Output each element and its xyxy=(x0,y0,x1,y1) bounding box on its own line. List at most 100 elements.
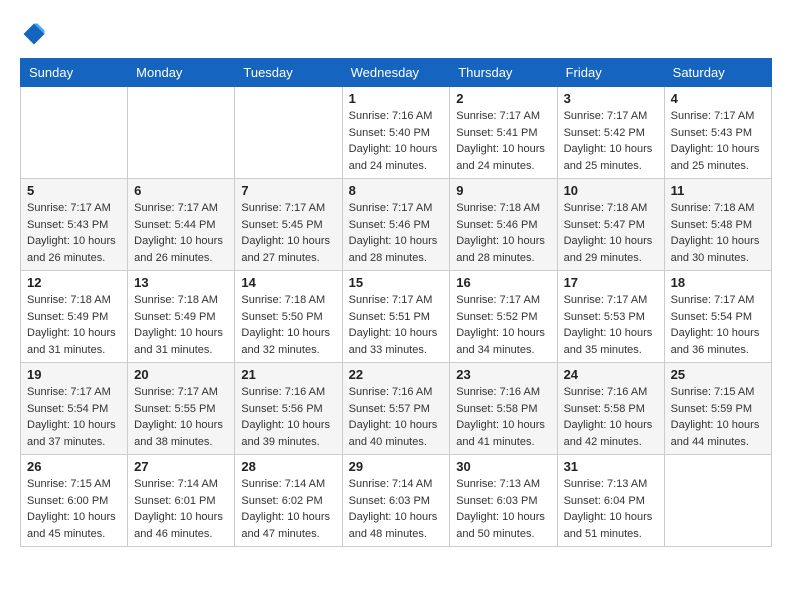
day-number: 8 xyxy=(349,183,444,198)
calendar-cell: 16 Sunrise: 7:17 AMSunset: 5:52 PMDayligh… xyxy=(450,271,557,363)
calendar-cell: 11 Sunrise: 7:18 AMSunset: 5:48 PMDayligh… xyxy=(664,179,771,271)
day-info: Sunrise: 7:15 AMSunset: 5:59 PMDaylight:… xyxy=(671,384,765,450)
calendar-cell: 14 Sunrise: 7:18 AMSunset: 5:50 PMDayligh… xyxy=(235,271,342,363)
calendar-cell: 24 Sunrise: 7:16 AMSunset: 5:58 PMDayligh… xyxy=(557,363,664,455)
day-info: Sunrise: 7:17 AMSunset: 5:43 PMDaylight:… xyxy=(27,200,121,266)
logo xyxy=(20,20,52,48)
day-info: Sunrise: 7:13 AMSunset: 6:04 PMDaylight:… xyxy=(564,476,658,542)
calendar-cell: 15 Sunrise: 7:17 AMSunset: 5:51 PMDayligh… xyxy=(342,271,450,363)
calendar-cell: 29 Sunrise: 7:14 AMSunset: 6:03 PMDayligh… xyxy=(342,455,450,547)
page-header xyxy=(20,20,772,48)
calendar-cell: 30 Sunrise: 7:13 AMSunset: 6:03 PMDayligh… xyxy=(450,455,557,547)
logo-icon xyxy=(20,20,48,48)
day-number: 25 xyxy=(671,367,765,382)
calendar-week-4: 26 Sunrise: 7:15 AMSunset: 6:00 PMDayligh… xyxy=(21,455,772,547)
day-number: 15 xyxy=(349,275,444,290)
day-number: 26 xyxy=(27,459,121,474)
day-number: 10 xyxy=(564,183,658,198)
day-number: 19 xyxy=(27,367,121,382)
calendar-cell: 26 Sunrise: 7:15 AMSunset: 6:00 PMDayligh… xyxy=(21,455,128,547)
day-info: Sunrise: 7:16 AMSunset: 5:40 PMDaylight:… xyxy=(349,108,444,174)
day-number: 2 xyxy=(456,91,550,106)
calendar-cell: 5Sunrise: 7:17 AMSunset: 5:43 PMDaylight… xyxy=(21,179,128,271)
calendar-cell: 3Sunrise: 7:17 AMSunset: 5:42 PMDaylight… xyxy=(557,87,664,179)
day-info: Sunrise: 7:18 AMSunset: 5:46 PMDaylight:… xyxy=(456,200,550,266)
calendar-cell: 25 Sunrise: 7:15 AMSunset: 5:59 PMDayligh… xyxy=(664,363,771,455)
calendar-cell: 22Sunrise: 7:16 AMSunset: 5:57 PMDayligh… xyxy=(342,363,450,455)
day-number: 21 xyxy=(241,367,335,382)
day-info: Sunrise: 7:17 AMSunset: 5:43 PMDaylight:… xyxy=(671,108,765,174)
day-number: 29 xyxy=(349,459,444,474)
day-number: 14 xyxy=(241,275,335,290)
day-number: 1 xyxy=(349,91,444,106)
day-number: 30 xyxy=(456,459,550,474)
calendar-cell xyxy=(235,87,342,179)
day-info: Sunrise: 7:17 AMSunset: 5:52 PMDaylight:… xyxy=(456,292,550,358)
day-info: Sunrise: 7:14 AMSunset: 6:01 PMDaylight:… xyxy=(134,476,228,542)
calendar-cell: 23 Sunrise: 7:16 AMSunset: 5:58 PMDayligh… xyxy=(450,363,557,455)
calendar-cell: 2 Sunrise: 7:17 AMSunset: 5:41 PMDaylight… xyxy=(450,87,557,179)
calendar-cell: 20Sunrise: 7:17 AMSunset: 5:55 PMDayligh… xyxy=(128,363,235,455)
calendar-cell: 6 Sunrise: 7:17 AMSunset: 5:44 PMDaylight… xyxy=(128,179,235,271)
calendar-cell xyxy=(21,87,128,179)
day-info: Sunrise: 7:17 AMSunset: 5:44 PMDaylight:… xyxy=(134,200,228,266)
day-info: Sunrise: 7:18 AMSunset: 5:49 PMDaylight:… xyxy=(27,292,121,358)
calendar-cell: 8 Sunrise: 7:17 AMSunset: 5:46 PMDaylight… xyxy=(342,179,450,271)
header-wednesday: Wednesday xyxy=(342,59,450,87)
calendar-cell: 31 Sunrise: 7:13 AMSunset: 6:04 PMDayligh… xyxy=(557,455,664,547)
day-number: 28 xyxy=(241,459,335,474)
day-info: Sunrise: 7:17 AMSunset: 5:45 PMDaylight:… xyxy=(241,200,335,266)
header-sunday: Sunday xyxy=(21,59,128,87)
calendar-cell: 7 Sunrise: 7:17 AMSunset: 5:45 PMDaylight… xyxy=(235,179,342,271)
day-number: 6 xyxy=(134,183,228,198)
day-number: 4 xyxy=(671,91,765,106)
day-number: 23 xyxy=(456,367,550,382)
day-info: Sunrise: 7:17 AMSunset: 5:42 PMDaylight:… xyxy=(564,108,658,174)
day-info: Sunrise: 7:17 AMSunset: 5:54 PMDaylight:… xyxy=(671,292,765,358)
day-info: Sunrise: 7:17 AMSunset: 5:54 PMDaylight:… xyxy=(27,384,121,450)
day-number: 22 xyxy=(349,367,444,382)
day-info: Sunrise: 7:16 AMSunset: 5:58 PMDaylight:… xyxy=(456,384,550,450)
day-number: 31 xyxy=(564,459,658,474)
calendar-week-1: 5Sunrise: 7:17 AMSunset: 5:43 PMDaylight… xyxy=(21,179,772,271)
day-info: Sunrise: 7:17 AMSunset: 5:41 PMDaylight:… xyxy=(456,108,550,174)
day-number: 16 xyxy=(456,275,550,290)
calendar-cell xyxy=(128,87,235,179)
day-info: Sunrise: 7:17 AMSunset: 5:46 PMDaylight:… xyxy=(349,200,444,266)
day-number: 12 xyxy=(27,275,121,290)
day-info: Sunrise: 7:18 AMSunset: 5:50 PMDaylight:… xyxy=(241,292,335,358)
day-number: 18 xyxy=(671,275,765,290)
day-info: Sunrise: 7:16 AMSunset: 5:58 PMDaylight:… xyxy=(564,384,658,450)
calendar-cell: 9 Sunrise: 7:18 AMSunset: 5:46 PMDaylight… xyxy=(450,179,557,271)
calendar-cell: 4 Sunrise: 7:17 AMSunset: 5:43 PMDaylight… xyxy=(664,87,771,179)
day-info: Sunrise: 7:13 AMSunset: 6:03 PMDaylight:… xyxy=(456,476,550,542)
day-info: Sunrise: 7:18 AMSunset: 5:49 PMDaylight:… xyxy=(134,292,228,358)
day-number: 7 xyxy=(241,183,335,198)
day-info: Sunrise: 7:15 AMSunset: 6:00 PMDaylight:… xyxy=(27,476,121,542)
day-number: 9 xyxy=(456,183,550,198)
calendar-cell xyxy=(664,455,771,547)
day-info: Sunrise: 7:18 AMSunset: 5:48 PMDaylight:… xyxy=(671,200,765,266)
day-number: 20 xyxy=(134,367,228,382)
calendar-cell: 10Sunrise: 7:18 AMSunset: 5:47 PMDayligh… xyxy=(557,179,664,271)
calendar-week-0: 1 Sunrise: 7:16 AMSunset: 5:40 PMDaylight… xyxy=(21,87,772,179)
day-info: Sunrise: 7:16 AMSunset: 5:56 PMDaylight:… xyxy=(241,384,335,450)
calendar-header-row: SundayMondayTuesdayWednesdayThursdayFrid… xyxy=(21,59,772,87)
calendar-cell: 19 Sunrise: 7:17 AMSunset: 5:54 PMDayligh… xyxy=(21,363,128,455)
calendar-cell: 21 Sunrise: 7:16 AMSunset: 5:56 PMDayligh… xyxy=(235,363,342,455)
day-info: Sunrise: 7:17 AMSunset: 5:51 PMDaylight:… xyxy=(349,292,444,358)
day-info: Sunrise: 7:14 AMSunset: 6:03 PMDaylight:… xyxy=(349,476,444,542)
calendar-cell: 1 Sunrise: 7:16 AMSunset: 5:40 PMDaylight… xyxy=(342,87,450,179)
calendar-cell: 17Sunrise: 7:17 AMSunset: 5:53 PMDayligh… xyxy=(557,271,664,363)
calendar-cell: 13 Sunrise: 7:18 AMSunset: 5:49 PMDayligh… xyxy=(128,271,235,363)
day-number: 13 xyxy=(134,275,228,290)
header-saturday: Saturday xyxy=(664,59,771,87)
header-monday: Monday xyxy=(128,59,235,87)
day-info: Sunrise: 7:17 AMSunset: 5:53 PMDaylight:… xyxy=(564,292,658,358)
header-thursday: Thursday xyxy=(450,59,557,87)
calendar-table: SundayMondayTuesdayWednesdayThursdayFrid… xyxy=(20,58,772,547)
header-tuesday: Tuesday xyxy=(235,59,342,87)
day-number: 11 xyxy=(671,183,765,198)
calendar-week-3: 19 Sunrise: 7:17 AMSunset: 5:54 PMDayligh… xyxy=(21,363,772,455)
day-number: 24 xyxy=(564,367,658,382)
